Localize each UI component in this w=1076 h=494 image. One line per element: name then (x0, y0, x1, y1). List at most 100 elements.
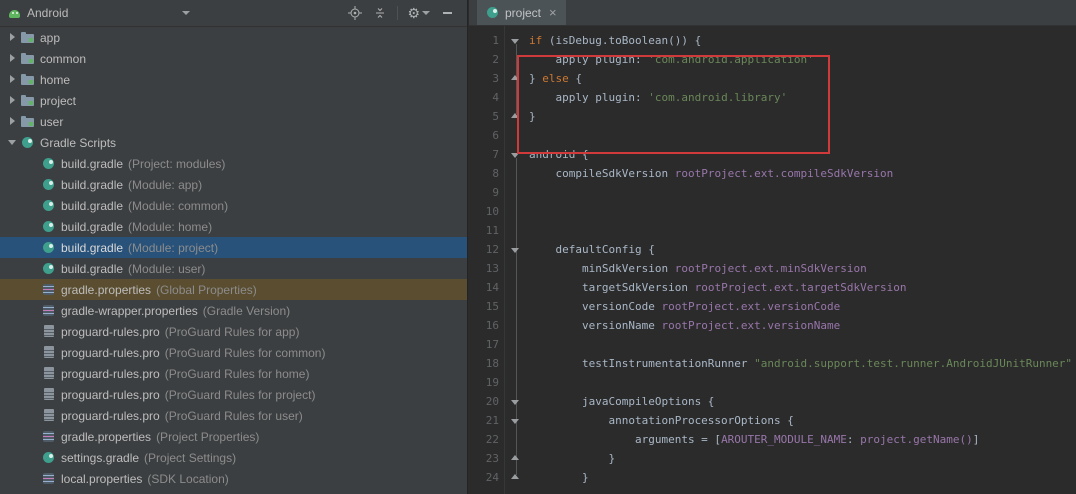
code-line-18[interactable]: 18 testInstrumentationRunner "android.su… (469, 354, 1076, 373)
code-line-19[interactable]: 19 (469, 373, 1076, 392)
code-token-plain: ] (973, 433, 980, 446)
tree-item-label: settings.gradle (61, 451, 139, 465)
code-line-5[interactable]: 5} (469, 107, 1076, 126)
tree-item-suffix: (ProGuard Rules for home) (165, 367, 310, 381)
tree-item-proguard-rules-pro-proguard-rules-for-user[interactable]: proguard-rules.pro(ProGuard Rules for us… (0, 405, 467, 426)
code-line-16[interactable]: 16 versionName rootProject.ext.versionNa… (469, 316, 1076, 335)
tree-item-gradle-wrapper-properties-gradle-version[interactable]: gradle-wrapper.properties(Gradle Version… (0, 300, 467, 321)
code-line-6[interactable]: 6 (469, 126, 1076, 145)
code-lines: 1if (isDebug.toBoolean()) {2 apply plugi… (469, 31, 1076, 487)
fold-toggle-icon[interactable] (503, 145, 527, 164)
tree-item-local-properties-sdk-location[interactable]: local.properties(SDK Location) (0, 468, 467, 489)
code-line-24[interactable]: 24 } (469, 468, 1076, 487)
chevron-right-icon[interactable] (6, 48, 21, 69)
code-line-8[interactable]: 8 compileSdkVersion rootProject.ext.comp… (469, 164, 1076, 183)
gradle-icon (42, 451, 56, 464)
tree-item-gradle-properties-project-properties[interactable]: gradle.properties(Project Properties) (0, 426, 467, 447)
tree-item-proguard-rules-pro-proguard-rules-for-app[interactable]: proguard-rules.pro(ProGuard Rules for ap… (0, 321, 467, 342)
code-text: android { (527, 145, 589, 164)
code-line-14[interactable]: 14 targetSdkVersion rootProject.ext.targ… (469, 278, 1076, 297)
code-token-plain: : (847, 433, 860, 446)
tree-item-build-gradle-module-home[interactable]: build.gradle(Module: home) (0, 216, 467, 237)
fold-toggle-icon[interactable] (503, 411, 527, 430)
chevron-right-icon[interactable] (6, 111, 21, 132)
tree-item-suffix: (ProGuard Rules for project) (165, 388, 316, 402)
tree-item-app[interactable]: app (0, 27, 467, 48)
code-line-10[interactable]: 10 (469, 202, 1076, 221)
gradle-icon (42, 262, 56, 275)
fold-toggle-icon[interactable] (503, 240, 527, 259)
code-token-plain: android { (529, 148, 589, 161)
chevron-right-icon[interactable] (6, 69, 21, 90)
fold-toggle-icon[interactable] (503, 392, 527, 411)
tree-item-proguard-rules-pro-proguard-rules-for-common[interactable]: proguard-rules.pro(ProGuard Rules for co… (0, 342, 467, 363)
module-icon (21, 115, 35, 128)
tree-item-label: home (40, 73, 70, 87)
fold-toggle-icon[interactable] (503, 31, 527, 50)
fold-toggle-icon[interactable] (503, 107, 527, 126)
locate-icon[interactable] (347, 5, 363, 21)
code-token-plain: apply plugin: (529, 91, 648, 104)
code-line-13[interactable]: 13 minSdkVersion rootProject.ext.minSdkV… (469, 259, 1076, 278)
settings-icon[interactable]: ⚙ (407, 6, 430, 20)
code-token-plain: annotationProcessorOptions { (529, 414, 794, 427)
code-text: defaultConfig { (527, 240, 655, 259)
code-line-7[interactable]: 7android { (469, 145, 1076, 164)
code-token-plain: defaultConfig { (529, 243, 655, 256)
chevron-down-icon[interactable] (6, 132, 21, 153)
code-line-12[interactable]: 12 defaultConfig { (469, 240, 1076, 259)
tree-item-build-gradle-module-user[interactable]: build.gradle(Module: user) (0, 258, 467, 279)
gradle-icon (42, 178, 56, 191)
hide-panel-icon[interactable] (439, 5, 455, 21)
chevron-right-icon[interactable] (6, 90, 21, 111)
code-line-20[interactable]: 20 javaCompileOptions { (469, 392, 1076, 411)
fold-toggle-icon[interactable] (503, 468, 527, 487)
chevron-right-icon[interactable] (6, 27, 21, 48)
code-token-plain: arguments = [ (529, 433, 721, 446)
code-line-3[interactable]: 3} else { (469, 69, 1076, 88)
code-text: annotationProcessorOptions { (527, 411, 794, 430)
tree-item-gradle-scripts[interactable]: Gradle Scripts (0, 132, 467, 153)
tree-item-project[interactable]: project (0, 90, 467, 111)
tree-item-build-gradle-module-common[interactable]: build.gradle(Module: common) (0, 195, 467, 216)
code-line-22[interactable]: 22 arguments = [AROUTER_MODULE_NAME: pro… (469, 430, 1076, 449)
tree-item-proguard-rules-pro-proguard-rules-for-home[interactable]: proguard-rules.pro(ProGuard Rules for ho… (0, 363, 467, 384)
proguard-icon (42, 367, 56, 380)
line-number: 24 (469, 468, 503, 487)
tree-item-common[interactable]: common (0, 48, 467, 69)
tree-item-build-gradle-module-app[interactable]: build.gradle(Module: app) (0, 174, 467, 195)
tree-item-gradle-properties-global-properties[interactable]: gradle.properties(Global Properties) (0, 279, 467, 300)
collapse-all-icon[interactable] (372, 5, 388, 21)
code-line-17[interactable]: 17 (469, 335, 1076, 354)
tree-item-suffix: (SDK Location) (147, 472, 228, 486)
fold-toggle-icon[interactable] (503, 69, 527, 88)
tree-item-proguard-rules-pro-proguard-rules-for-project[interactable]: proguard-rules.pro(ProGuard Rules for pr… (0, 384, 467, 405)
fold-gutter (503, 221, 527, 240)
code-line-21[interactable]: 21 annotationProcessorOptions { (469, 411, 1076, 430)
gradle-icon (42, 241, 56, 254)
code-line-9[interactable]: 9 (469, 183, 1076, 202)
code-line-1[interactable]: 1if (isDebug.toBoolean()) { (469, 31, 1076, 50)
fold-toggle-icon[interactable] (503, 449, 527, 468)
code-line-23[interactable]: 23 } (469, 449, 1076, 468)
tree-item-build-gradle-module-project[interactable]: build.gradle(Module: project) (0, 237, 467, 258)
code-line-2[interactable]: 2 apply plugin: 'com.android.application… (469, 50, 1076, 69)
close-icon[interactable]: × (549, 6, 557, 19)
tree-item-build-gradle-project-modules[interactable]: build.gradle(Project: modules) (0, 153, 467, 174)
tree-item-suffix: (ProGuard Rules for app) (165, 325, 300, 339)
code-line-11[interactable]: 11 (469, 221, 1076, 240)
android-studio-window: Android (0, 0, 1076, 494)
editor-tab-project[interactable]: project × (477, 0, 566, 25)
code-area[interactable]: 1if (isDebug.toBoolean()) {2 apply plugi… (469, 26, 1076, 494)
fold-gutter (503, 430, 527, 449)
code-line-15[interactable]: 15 versionCode rootProject.ext.versionCo… (469, 297, 1076, 316)
tree-item-settings-gradle-project-settings[interactable]: settings.gradle(Project Settings) (0, 447, 467, 468)
view-selector[interactable]: Android (8, 6, 190, 20)
code-token-plain: { (569, 72, 582, 85)
line-number: 20 (469, 392, 503, 411)
tree-item-home[interactable]: home (0, 69, 467, 90)
code-text: } (527, 107, 536, 126)
code-line-4[interactable]: 4 apply plugin: 'com.android.library' (469, 88, 1076, 107)
tree-item-user[interactable]: user (0, 111, 467, 132)
code-token-reference: rootProject.ext.versionCode (661, 300, 840, 313)
